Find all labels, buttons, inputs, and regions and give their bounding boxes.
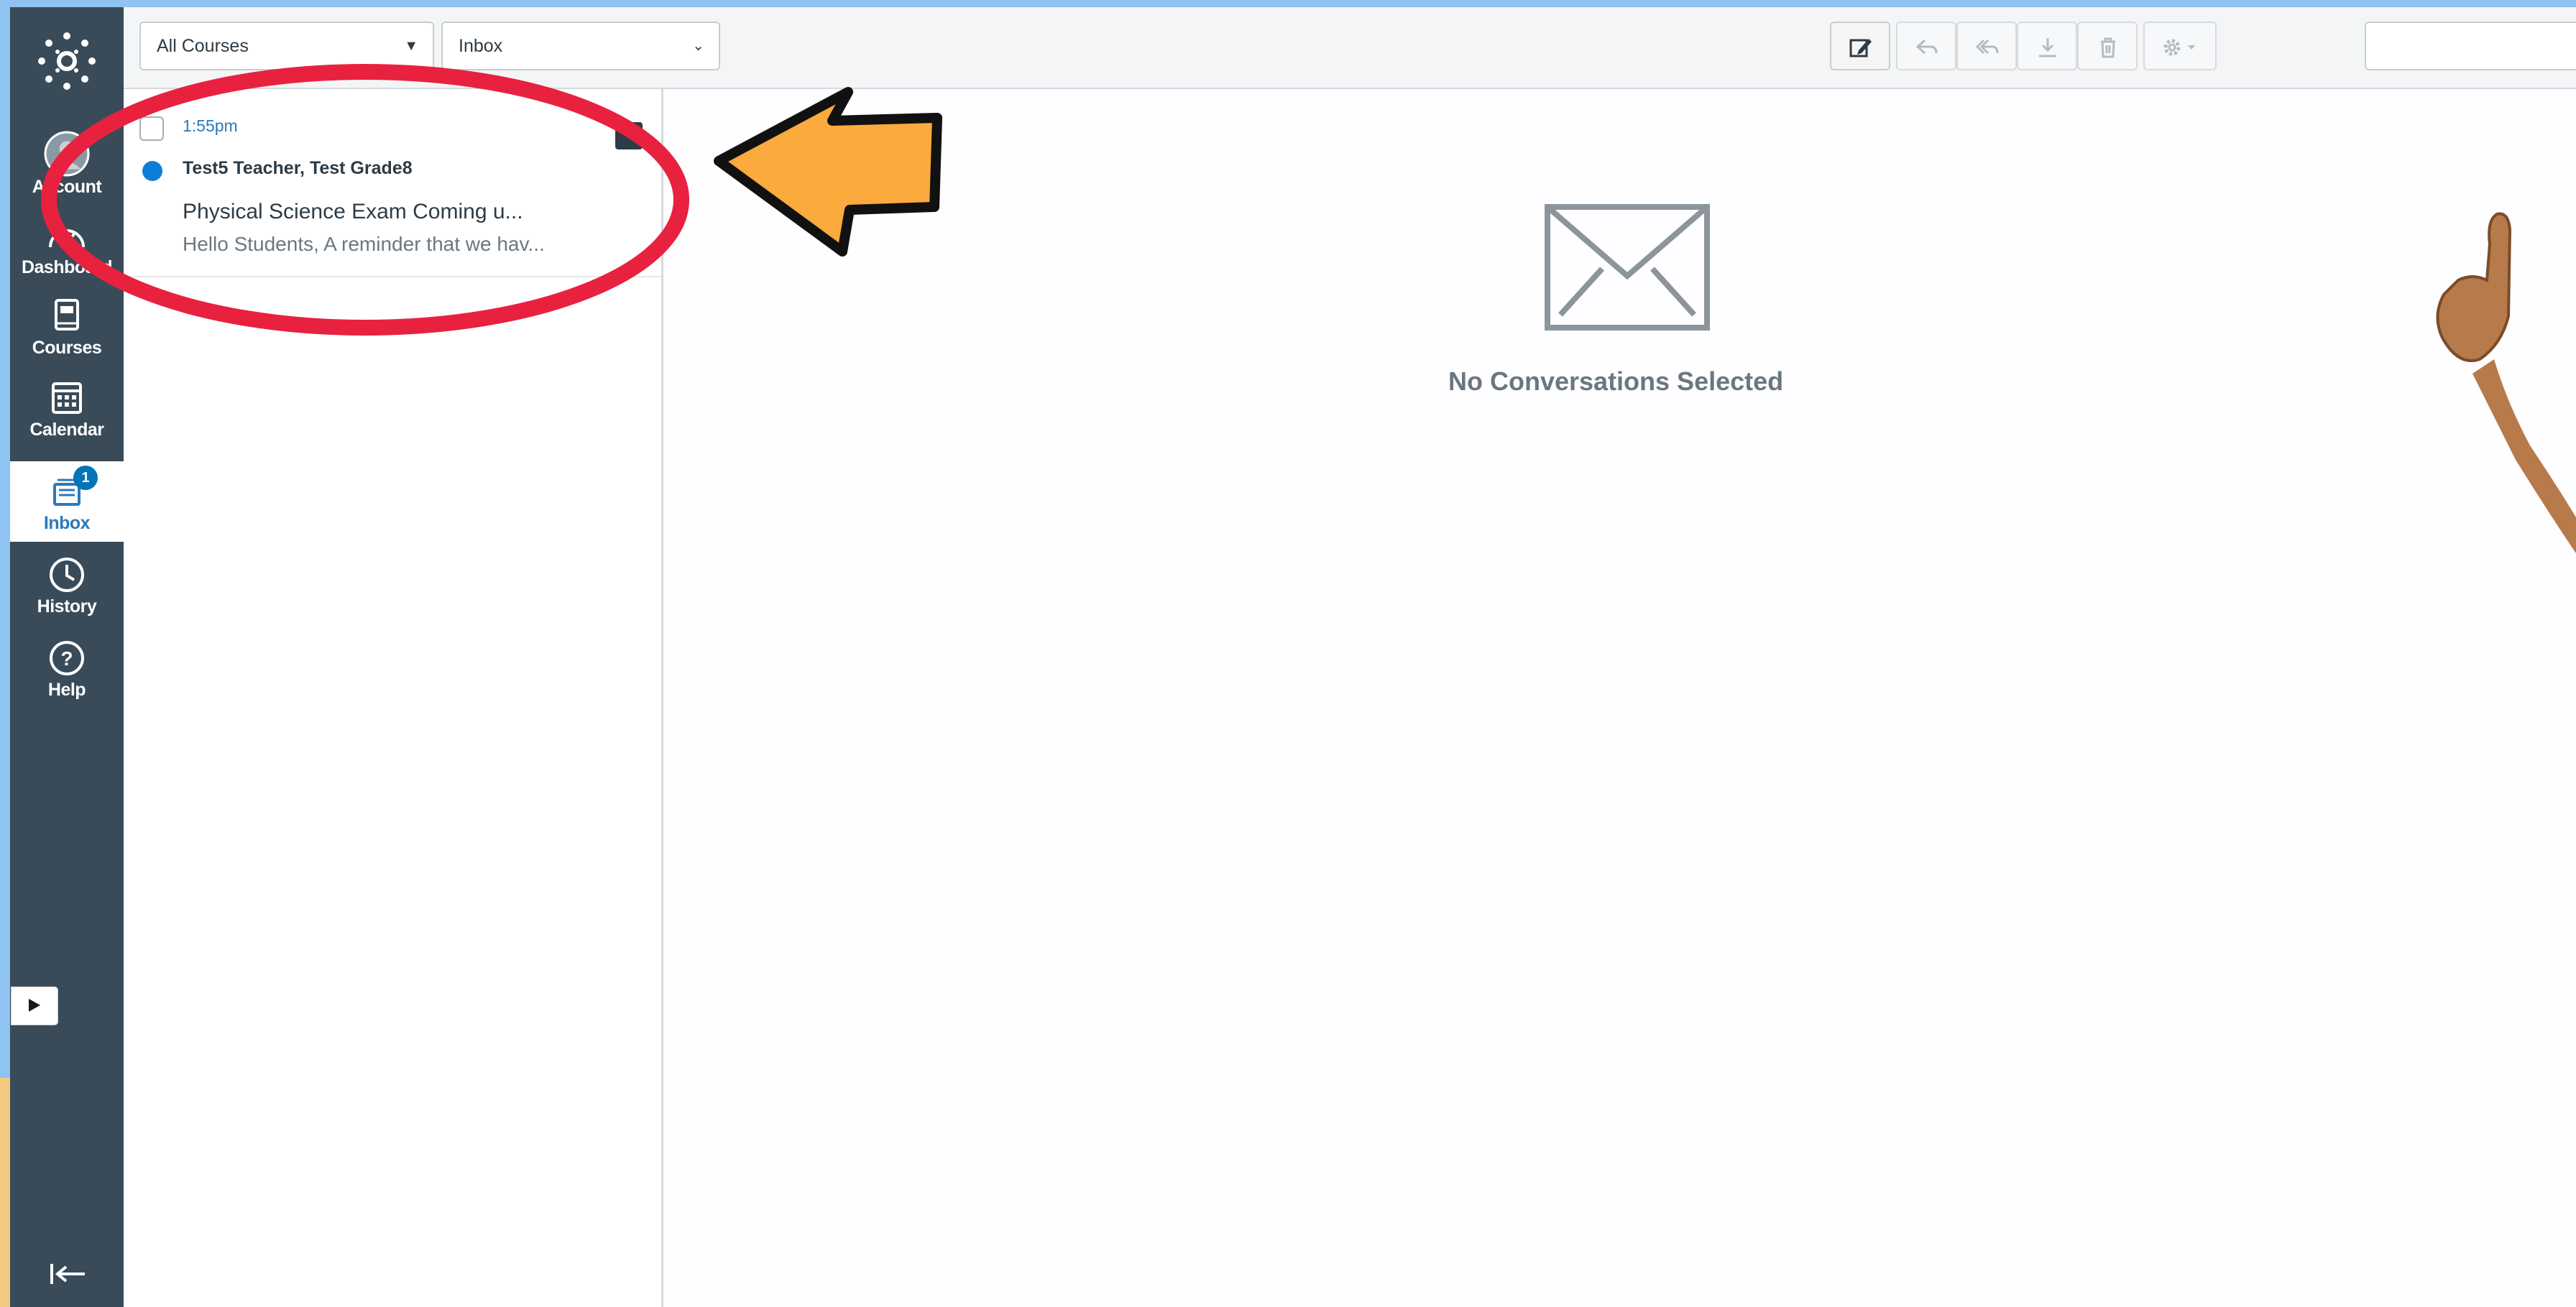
conversation-preview: Hello Students, A reminder that we hav..…: [183, 233, 545, 255]
chevron-down-icon: ⌄: [692, 38, 704, 54]
download-archive-icon: [2039, 38, 2056, 57]
nav-label-inbox: Inbox: [43, 513, 91, 533]
course-filter-value: All Courses: [157, 36, 249, 56]
gear-icon: [2163, 39, 2195, 56]
unread-indicator-icon[interactable]: [142, 161, 162, 181]
settings-menu-button[interactable]: [2143, 22, 2217, 70]
global-navigation: Account Dashboard Courses Calendar 1 Inb…: [10, 7, 124, 1307]
conversation-time: 1:55pm: [183, 116, 238, 135]
envelope-icon: [1545, 204, 1710, 331]
nav-label-dashboard: Dashboard: [21, 257, 113, 277]
conversation-star-icon[interactable]: [615, 122, 643, 149]
compose-icon: [1849, 39, 1872, 57]
nav-item-calendar[interactable]: Calendar: [10, 368, 124, 448]
video-frame-top: [0, 0, 2576, 7]
nav-item-inbox[interactable]: 1 Inbox: [10, 461, 124, 542]
nav-label-account: Account: [32, 177, 102, 197]
nav-item-dashboard[interactable]: Dashboard: [10, 205, 124, 286]
history-icon: [50, 558, 84, 592]
nav-label-calendar: Calendar: [29, 420, 104, 440]
reply-icon: [1915, 39, 1938, 55]
conversation-list: 1:55pm Test5 Teacher, Test Grade8 Physic…: [124, 89, 663, 1307]
nav-item-history[interactable]: History: [10, 545, 124, 625]
svg-text:?: ?: [60, 647, 73, 670]
inbox-toolbar: All Courses ▼ Inbox ⌄: [124, 7, 2576, 89]
nav-item-account[interactable]: Account: [10, 125, 124, 205]
nav-label-help: Help: [47, 680, 86, 700]
trash-icon: [2101, 37, 2115, 58]
reply-all-button[interactable]: [1956, 22, 2017, 70]
conversation-select-checkbox[interactable]: [139, 116, 164, 141]
nav-label-courses: Courses: [32, 338, 102, 358]
calendar-icon: [52, 382, 82, 414]
nav-item-help[interactable]: ? Help: [10, 628, 124, 708]
archive-button[interactable]: [2017, 22, 2077, 70]
conversation-item[interactable]: 1:55pm Test5 Teacher, Test Grade8 Physic…: [124, 95, 661, 277]
play-button[interactable]: [12, 987, 58, 1025]
message-pane: No Conversations Selected: [663, 89, 2576, 1307]
collapse-navigation-icon[interactable]: [47, 1261, 88, 1287]
compose-button[interactable]: [1830, 22, 1890, 70]
reply-all-icon: [1975, 39, 1999, 55]
no-conversation-message: No Conversations Selected: [1448, 366, 1784, 396]
conversation-subject: Physical Science Exam Coming u...: [183, 200, 523, 223]
canvas-logo-icon[interactable]: [37, 32, 96, 91]
help-icon: ?: [50, 641, 84, 675]
video-frame-left-accent: [0, 1078, 10, 1307]
account-avatar-icon: [44, 131, 90, 177]
play-icon: [29, 999, 40, 1012]
dashboard-icon: [49, 229, 85, 248]
conversation-participants: Test5 Teacher, Test Grade8: [183, 158, 413, 178]
courses-icon: [55, 299, 79, 331]
delete-button[interactable]: [2077, 22, 2138, 70]
inbox-unread-badge: 1: [73, 466, 98, 490]
nav-label-history: History: [37, 596, 97, 616]
mailbox-filter-select[interactable]: Inbox ⌄: [441, 22, 720, 70]
caret-down-icon: ▼: [404, 38, 418, 54]
mailbox-filter-value: Inbox: [459, 36, 503, 56]
reply-button[interactable]: [1896, 22, 1956, 70]
nav-item-courses[interactable]: Courses: [10, 286, 124, 366]
search-input[interactable]: [2365, 22, 2576, 70]
course-filter-select[interactable]: All Courses ▼: [139, 22, 434, 70]
